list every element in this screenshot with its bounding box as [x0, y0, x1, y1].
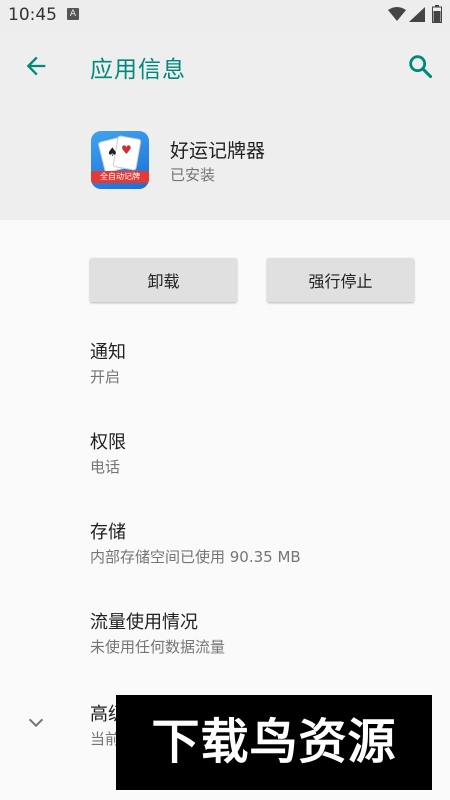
heart-icon: ♥ [121, 143, 132, 157]
app-icon: ♠ ♥ 全自动记牌 [91, 131, 149, 189]
chevron-down-icon[interactable] [25, 712, 47, 734]
search-icon[interactable] [406, 52, 434, 80]
settings-item-notifications[interactable]: 通知 开启 [0, 338, 450, 418]
notification-icon: A [67, 8, 79, 20]
back-arrow-icon[interactable] [22, 52, 50, 80]
watermark-logo: 下载鸟资源 [116, 695, 432, 790]
settings-item-permissions[interactable]: 权限 电话 [0, 428, 450, 508]
spade-icon: ♠ [107, 145, 118, 159]
app-icon-badge: 全自动记牌 [91, 171, 149, 183]
settings-item-subtitle: 开启 [90, 368, 121, 386]
settings-item-subtitle: 内部存储空间已使用 90.35 MB [90, 548, 301, 566]
force-stop-button[interactable]: 强行停止 [267, 258, 414, 302]
settings-item-data-usage[interactable]: 流量使用情况 未使用任何数据流量 [0, 608, 450, 688]
status-bar: 10:45 A [0, 0, 450, 30]
settings-item-subtitle: 未使用任何数据流量 [90, 638, 226, 656]
app-install-status: 已安装 [170, 166, 216, 184]
uninstall-button[interactable]: 卸载 [90, 258, 237, 302]
settings-item-title: 权限 [90, 432, 126, 453]
wifi-icon [388, 7, 406, 21]
settings-item-subtitle: 电话 [90, 458, 121, 476]
settings-item-title: 流量使用情况 [90, 612, 198, 633]
battery-icon [432, 5, 442, 23]
app-header: 应用信息 ♠ ♥ 全自动记牌 好运记牌器 已安装 [0, 30, 450, 220]
settings-item-title: 通知 [90, 342, 126, 363]
app-name: 好运记牌器 [170, 140, 266, 162]
signal-icon [409, 7, 425, 22]
status-time: 10:45 [8, 5, 57, 25]
page-title: 应用信息 [90, 57, 186, 83]
settings-item-storage[interactable]: 存储 内部存储空间已使用 90.35 MB [0, 518, 450, 598]
settings-item-title: 存储 [90, 522, 126, 543]
